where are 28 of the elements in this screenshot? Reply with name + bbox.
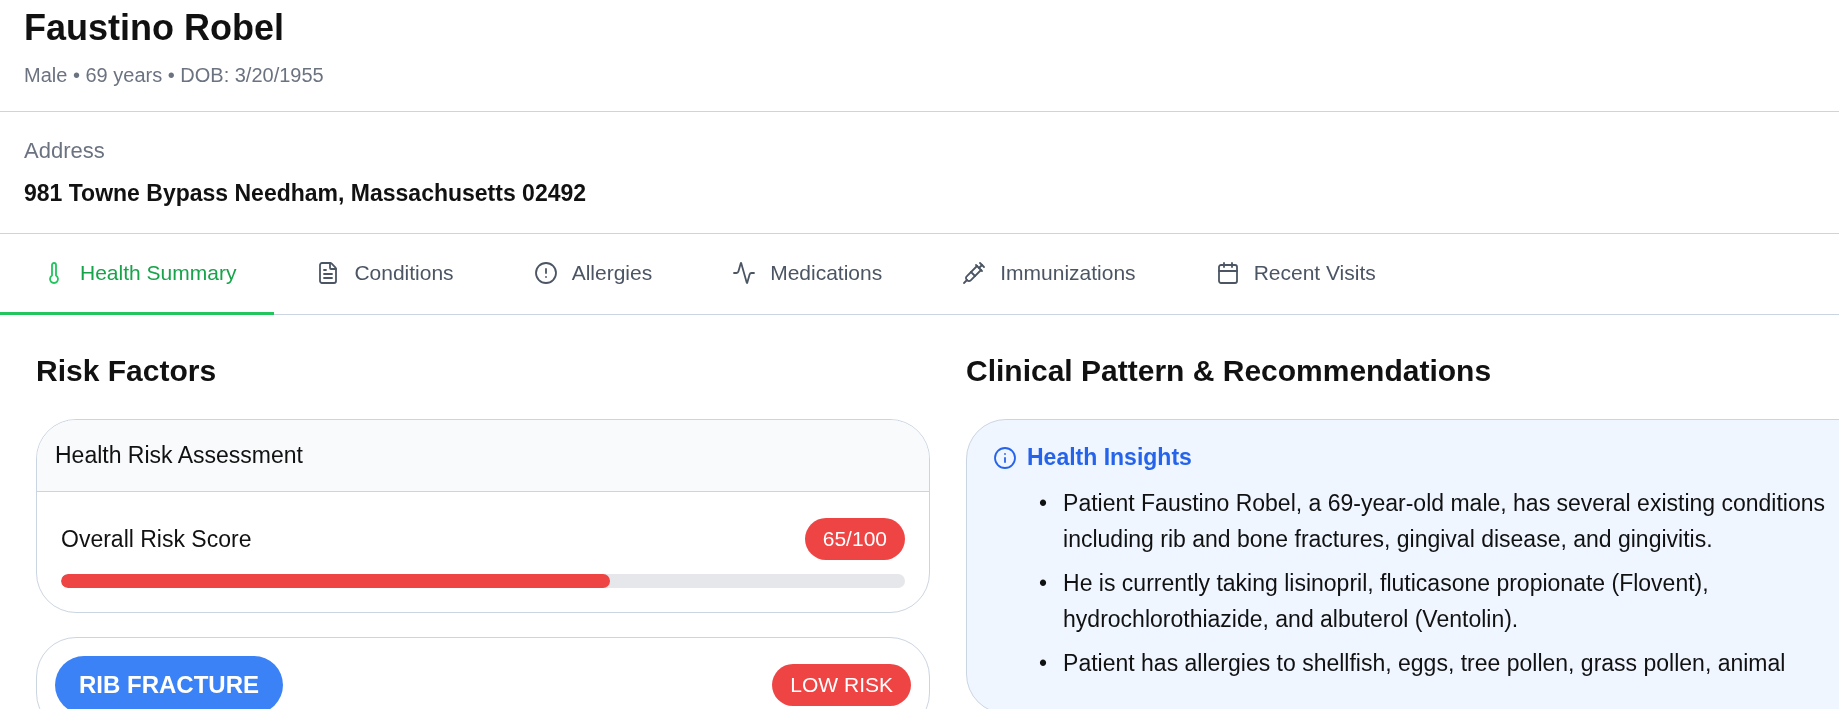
bullet-marker: • (1039, 569, 1048, 598)
calendar-icon (1215, 261, 1240, 285)
risk-badge: LOW RISK (772, 664, 911, 706)
address-label: Address (24, 138, 106, 164)
tab[interactable]: Conditions (274, 234, 492, 315)
tab[interactable]: Allergies (491, 234, 691, 315)
section-heading: Clinical Pattern & Recommendations (966, 353, 1493, 389)
pulse-icon (732, 261, 757, 285)
tab[interactable]: Immunizations (920, 234, 1174, 315)
condition-badge: RIB FRACTURE (55, 656, 283, 709)
address-value: 981 Towne Bypass Needham, Massachusetts 02492 (24, 180, 588, 207)
patient-details: Male • 69 years • DOB: 3/20/1955 (24, 64, 325, 87)
score-label: Overall Risk Score (61, 525, 252, 553)
section-heading: Risk Factors (36, 353, 218, 389)
info-icon (993, 445, 1017, 470)
insight-text: He is currently taking lisinopril, fluticasone propionate (Flovent), hydrochlorothiazide, and albuterol (Ventolin). (1063, 569, 1710, 634)
alert-icon (533, 261, 558, 285)
syringe-icon (962, 261, 987, 285)
patient-name: Faustino Robel (24, 6, 285, 50)
bullet-marker: • (1039, 649, 1048, 678)
tab[interactable]: Recent Visits (1173, 234, 1414, 315)
bullet-marker: • (1039, 489, 1048, 518)
card-title: Health Risk Assessment (37, 420, 929, 492)
insight-text: Patient has allergies to shellfish, eggs, tree pollen, grass pollen, animal (1063, 649, 1787, 678)
tab[interactable]: Medications (690, 234, 921, 315)
score-badge: 65/100 (804, 518, 905, 560)
insights-title: Health Insights (1027, 444, 1192, 471)
insight-text: Patient Faustino Robel, a 69-year-old male, has several existing conditions including rib and bone fractures, gingival disease, and gingivitis. (1063, 489, 1827, 554)
